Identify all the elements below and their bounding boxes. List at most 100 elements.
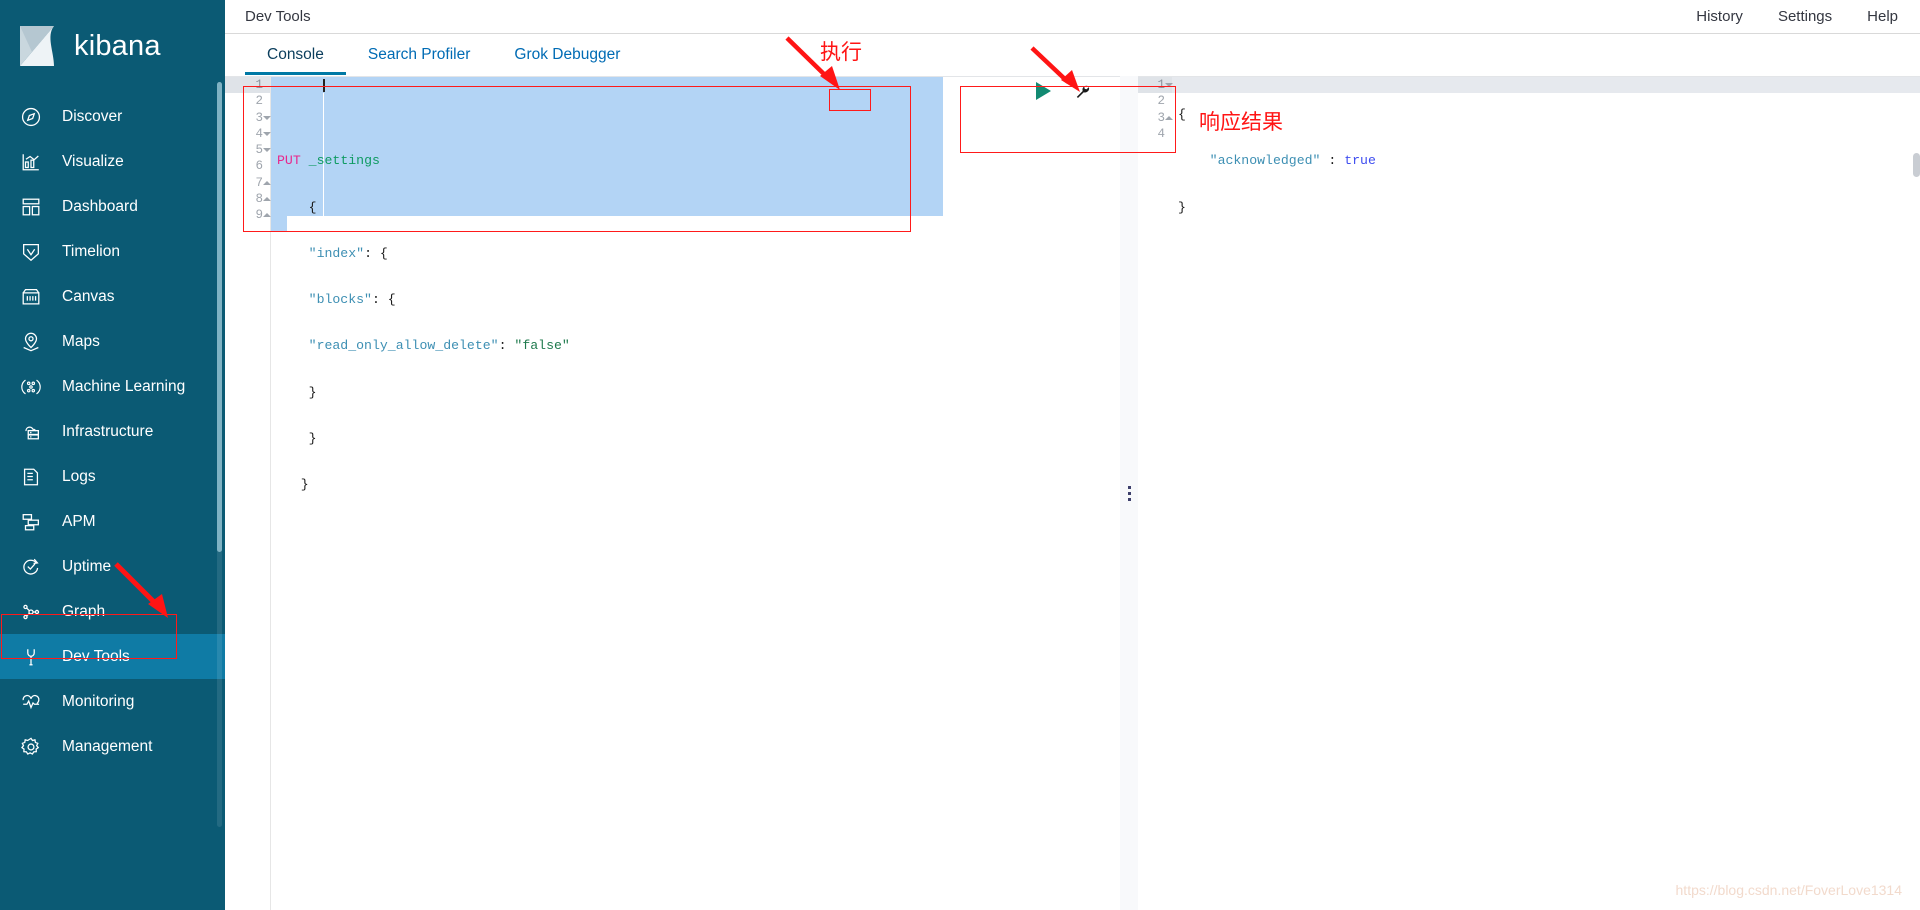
sidebar-item-uptime[interactable]: Uptime [0,544,225,589]
top-header-bar: Dev Tools History Settings Help [225,0,1920,34]
editor-actions [1022,80,1092,102]
sidebar-item-label: Machine Learning [62,377,186,395]
timelion-icon [18,239,44,265]
editor-gutter: 1 2 3 4 5 6 7 8 9 [225,77,271,910]
response-line-1: { [1178,107,1186,122]
gutter-line: 4 [225,126,271,142]
request-code[interactable]: PUT _settings { "index": { "blocks": { "… [271,77,1120,910]
json-punct: : [498,338,515,354]
header-link-history[interactable]: History [1696,8,1743,25]
fold-toggle-icon[interactable] [263,211,271,219]
sidebar-item-machine-learning[interactable]: Machine Learning [0,364,225,409]
text-caret [323,79,325,92]
header-link-settings[interactable]: Settings [1778,8,1832,25]
fold-toggle-icon[interactable] [263,179,271,187]
request-editor-pane[interactable]: 1 2 3 4 5 6 7 8 9 PUT _settings {"index… [225,76,1120,910]
sidebar-item-dev-tools[interactable]: Dev Tools [0,634,225,679]
code-line-7: } [277,384,317,400]
sidebar-item-maps[interactable]: Maps [0,319,225,364]
code-line-2: PUT _settings [277,153,1120,169]
response-code: { "acknowledged" : true } [1172,77,1920,910]
response-scrollbar-thumb[interactable] [1913,153,1920,177]
header-link-help[interactable]: Help [1867,8,1898,25]
gutter-line: 7 [225,175,271,191]
sidebar-item-timelion[interactable]: Timelion [0,229,225,274]
page-title: Dev Tools [245,8,311,25]
sidebar-item-canvas[interactable]: Canvas [0,274,225,319]
json-punct: : { [371,292,396,308]
code-line-3: { [277,199,317,215]
sidebar-item-label: Graph [62,602,106,620]
map-pin-icon [18,329,44,355]
logs-icon [18,464,44,490]
gutter-line: 5 [225,142,271,158]
response-pane[interactable]: 1 2 3 4 { "acknowledged" : true } [1120,76,1920,910]
sidebar-item-label: Dev Tools [62,647,130,665]
sidebar-scrollbar-thumb[interactable] [217,82,222,552]
json-punct: : [1320,153,1345,169]
sidebar-item-label: Infrastructure [62,422,154,440]
sidebar-item-graph[interactable]: Graph [0,589,225,634]
response-line-3: } [1178,199,1186,215]
gutter-line: 1 [225,77,270,94]
sidebar-item-discover[interactable]: Discover [0,94,225,139]
wrench-icon [18,644,44,670]
pane-resizer[interactable] [1120,76,1138,910]
json-bool-value: true [1344,153,1376,169]
sidebar-item-label: Monitoring [62,692,135,710]
fold-toggle-icon[interactable] [263,146,271,154]
machine-learning-icon [18,374,44,400]
play-request-button[interactable] [1022,80,1064,102]
json-key: "blocks" [308,292,372,308]
heartbeat-icon [18,689,44,715]
infrastructure-icon [18,419,44,445]
sidebar-item-label: Dashboard [62,197,138,215]
http-method: PUT [277,153,301,169]
json-key: "acknowledged" [1209,153,1321,169]
console-tabs: Console Search Profiler Grok Debugger [225,34,1920,75]
tab-search-profiler[interactable]: Search Profiler [346,46,493,75]
gutter-line: 3 [225,110,271,126]
compass-icon [18,104,44,130]
fold-toggle-icon[interactable] [263,114,271,122]
console-panes: 1 2 3 4 5 6 7 8 9 PUT _settings {"index… [225,76,1920,910]
bar-chart-icon [18,149,44,175]
gutter-line: 6 [255,159,263,174]
kibana-app: kibana Discover Visualize Dashboard Time… [0,0,1920,910]
sidebar-item-label: Canvas [62,287,115,305]
fold-toggle-icon[interactable] [263,195,271,203]
sidebar-item-monitoring[interactable]: Monitoring [0,679,225,724]
watermark: https://blog.csdn.net/FoverLove1314 [1675,882,1902,898]
dashboard-grid-icon [18,194,44,220]
gutter-line: 9 [225,207,271,223]
sidebar-item-label: Visualize [62,152,124,170]
tab-console[interactable]: Console [245,46,346,75]
header-links: History Settings Help [1696,8,1898,25]
json-punct: : { [364,245,388,261]
graph-icon [18,599,44,625]
json-key: "index" [308,245,365,261]
sidebar-item-infrastructure[interactable]: Infrastructure [0,409,225,454]
code-line-9: } [277,477,309,493]
sidebar-item-dashboard[interactable]: Dashboard [0,184,225,229]
code-line-1 [277,79,1120,123]
sidebar-item-label: Discover [62,107,123,125]
request-options-button[interactable] [1072,80,1092,102]
canvas-icon [18,284,44,310]
sidebar-item-management[interactable]: Management [0,724,225,769]
sidebar-item-label: Timelion [62,242,120,260]
code-line-5: "blocks": { [277,292,1120,308]
sidebar-item-logs[interactable]: Logs [0,454,225,499]
sidebar-nav: Discover Visualize Dashboard Timelion Ca… [0,94,225,769]
tab-grok-debugger[interactable]: Grok Debugger [492,46,642,75]
sidebar-item-visualize[interactable]: Visualize [0,139,225,184]
json-key: "read_only_allow_delete" [308,338,499,354]
uptime-icon [18,554,44,580]
brand[interactable]: kibana [0,0,225,92]
sidebar-item-label: APM [62,512,96,530]
sidebar-item-apm[interactable]: APM [0,499,225,544]
sidebar-item-label: Logs [62,467,96,485]
apm-icon [18,509,44,535]
code-line-8: } [277,431,317,447]
fold-toggle-icon[interactable] [263,130,271,138]
